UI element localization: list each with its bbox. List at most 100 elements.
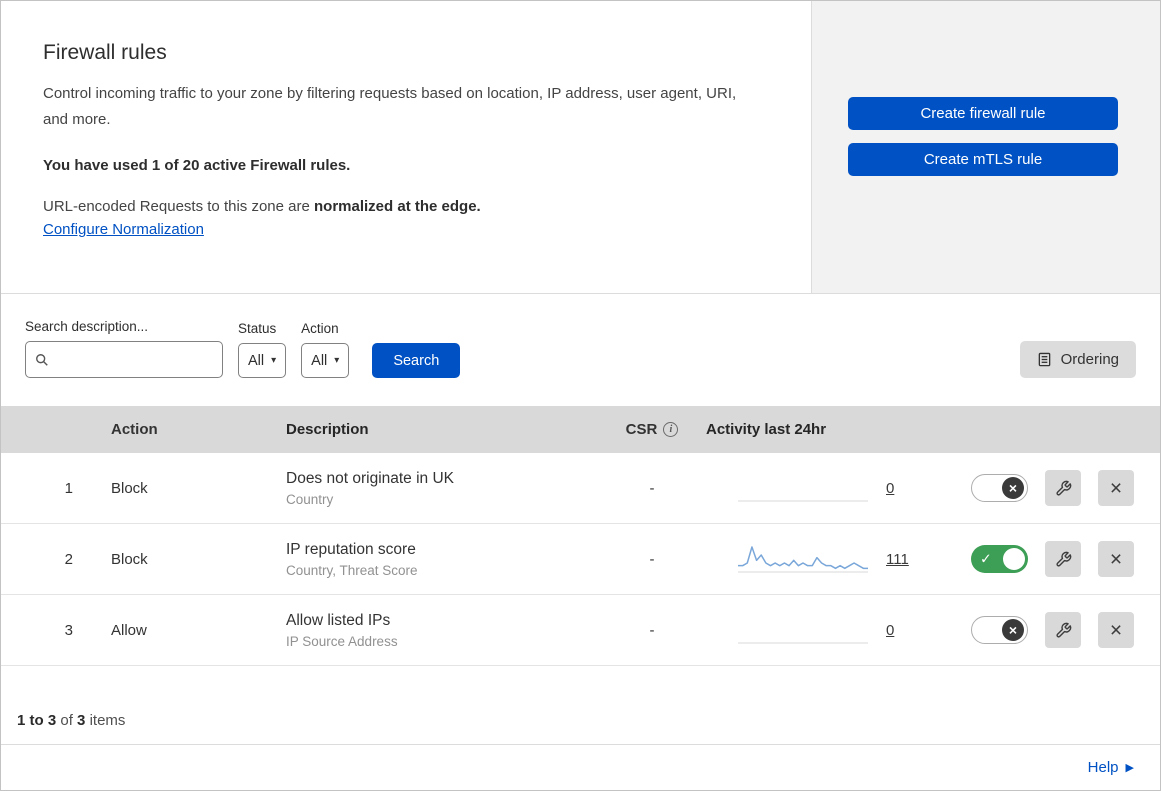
- filter-bar: Search description... Status All ▾ Actio…: [1, 294, 1160, 406]
- pagination-total: 3: [77, 712, 86, 729]
- rule-description-cell: Allow listed IPs IP Source Address: [272, 612, 602, 649]
- activity-count-link[interactable]: 111: [886, 551, 909, 568]
- pagination-range: 1 to 3: [17, 712, 57, 729]
- table-row: 3 Allow Allow listed IPs IP Source Addre…: [1, 595, 1160, 666]
- rule-action: Block: [111, 550, 148, 568]
- close-icon: ×: [1109, 618, 1123, 642]
- delete-rule-button[interactable]: ×: [1098, 470, 1134, 506]
- rule-csr-value: -: [649, 479, 655, 497]
- rule-csr-value: -: [649, 621, 655, 639]
- firewall-rules-page: Firewall rules Control incoming traffic …: [0, 0, 1161, 791]
- action-select[interactable]: All ▾: [301, 343, 350, 378]
- activity-sparkline: [738, 542, 868, 576]
- action-label: Action: [301, 321, 339, 336]
- search-description-input[interactable]: [25, 341, 223, 378]
- status-selected-value: All: [248, 352, 265, 369]
- rule-enabled-toggle[interactable]: ✓ ×: [971, 474, 1028, 502]
- rule-enabled-toggle[interactable]: ✓ ×: [971, 616, 1028, 644]
- action-field: Action All ▾: [301, 321, 350, 378]
- toggle-knob: ×: [1002, 619, 1024, 641]
- rule-controls: ✓ × ×: [952, 612, 1160, 648]
- arrow-right-icon: ▶: [1125, 762, 1134, 774]
- edit-rule-button[interactable]: [1045, 612, 1081, 648]
- toggle-knob: ×: [1003, 548, 1025, 570]
- page-header: Firewall rules Control incoming traffic …: [1, 1, 1160, 294]
- actions-panel: Create firewall rule Create mTLS rule: [812, 1, 1160, 293]
- rule-number: 2: [64, 550, 73, 568]
- delete-rule-button[interactable]: ×: [1098, 541, 1134, 577]
- rule-number: 3: [64, 621, 73, 639]
- rule-controls: ✓ × ×: [952, 541, 1160, 577]
- action-selected-value: All: [311, 352, 328, 369]
- header-csr-label: CSR: [625, 421, 658, 438]
- create-mtls-rule-button[interactable]: Create mTLS rule: [848, 143, 1118, 176]
- ordering-button[interactable]: Ordering: [1019, 341, 1136, 378]
- usage-note: You have used 1 of 20 active Firewall ru…: [43, 156, 351, 174]
- pagination-of: of: [60, 712, 73, 729]
- rule-description: Allow listed IPs: [286, 611, 391, 629]
- rule-criteria: IP Source Address: [286, 633, 398, 649]
- info-icon[interactable]: i: [663, 422, 679, 437]
- ordering-button-label: Ordering: [1060, 351, 1119, 368]
- rule-activity-cell: 0: [702, 471, 952, 505]
- rule-description-cell: IP reputation score Country, Threat Scor…: [272, 541, 602, 578]
- check-icon: ✓: [980, 550, 992, 567]
- rule-description-cell: Does not originate in UK Country: [272, 470, 602, 507]
- ordering-icon: [1037, 352, 1052, 367]
- normalization-bold: normalized at the edge.: [314, 197, 481, 215]
- rule-action: Allow: [111, 621, 147, 639]
- rule-description: Does not originate in UK: [286, 469, 455, 487]
- help-link[interactable]: Help ▶: [1088, 759, 1134, 776]
- close-icon: ×: [1109, 476, 1123, 500]
- search-field: Search description...: [25, 319, 223, 378]
- edit-rule-button[interactable]: [1045, 541, 1081, 577]
- rule-criteria: Country: [286, 491, 334, 507]
- status-field: Status All ▾: [238, 321, 287, 378]
- rule-action: Block: [111, 479, 148, 497]
- header-description: Description: [286, 421, 369, 438]
- edit-rule-button[interactable]: [1045, 470, 1081, 506]
- table-row: 2 Block IP reputation score Country, Thr…: [1, 524, 1160, 595]
- rule-activity-cell: 111: [702, 542, 952, 576]
- header-activity: Activity last 24hr: [706, 421, 827, 438]
- wrench-icon: [1055, 622, 1072, 639]
- activity-count-link[interactable]: 0: [886, 622, 894, 639]
- x-icon: ×: [1008, 622, 1018, 638]
- header-action: Action: [111, 421, 158, 438]
- page-title: Firewall rules: [43, 41, 167, 64]
- rule-description: IP reputation score: [286, 540, 416, 558]
- configure-normalization-link[interactable]: Configure Normalization: [43, 221, 204, 238]
- chevron-down-icon: ▾: [271, 355, 277, 366]
- help-link-label: Help: [1087, 759, 1119, 776]
- help-bar: Help ▶: [1, 744, 1160, 790]
- search-button[interactable]: Search: [372, 343, 461, 378]
- close-icon: ×: [1109, 547, 1123, 571]
- create-firewall-rule-button[interactable]: Create firewall rule: [848, 97, 1118, 130]
- activity-sparkline: [738, 613, 868, 647]
- delete-rule-button[interactable]: ×: [1098, 612, 1134, 648]
- page-description: Control incoming traffic to your zone by…: [43, 85, 737, 128]
- pagination-items: items: [89, 712, 126, 729]
- search-box: [25, 341, 223, 378]
- chevron-down-icon: ▾: [334, 355, 340, 366]
- wrench-icon: [1055, 480, 1072, 497]
- rule-criteria: Country, Threat Score: [286, 562, 418, 578]
- pagination-summary: 1 to 3 of 3 items: [1, 666, 1160, 744]
- intro-panel: Firewall rules Control incoming traffic …: [1, 1, 812, 293]
- activity-sparkline: [738, 471, 868, 505]
- toggle-knob: ×: [1002, 477, 1024, 499]
- x-icon: ×: [1008, 480, 1018, 496]
- rule-enabled-toggle[interactable]: ✓ ×: [971, 545, 1028, 573]
- search-icon: [35, 353, 49, 367]
- rule-csr-value: -: [649, 550, 655, 568]
- normalization-text: URL-encoded Requests to this zone are: [43, 197, 314, 215]
- activity-count-link[interactable]: 0: [886, 480, 894, 497]
- status-select[interactable]: All ▾: [238, 343, 287, 378]
- table-row: 1 Block Does not originate in UK Country…: [1, 453, 1160, 524]
- rule-activity-cell: 0: [702, 613, 952, 647]
- rule-number: 1: [64, 479, 73, 497]
- rule-controls: ✓ × ×: [952, 470, 1160, 506]
- table-header: Action Description CSR i Activity last 2…: [1, 406, 1160, 453]
- header-csr: CSR i: [602, 421, 702, 438]
- status-label: Status: [238, 321, 277, 336]
